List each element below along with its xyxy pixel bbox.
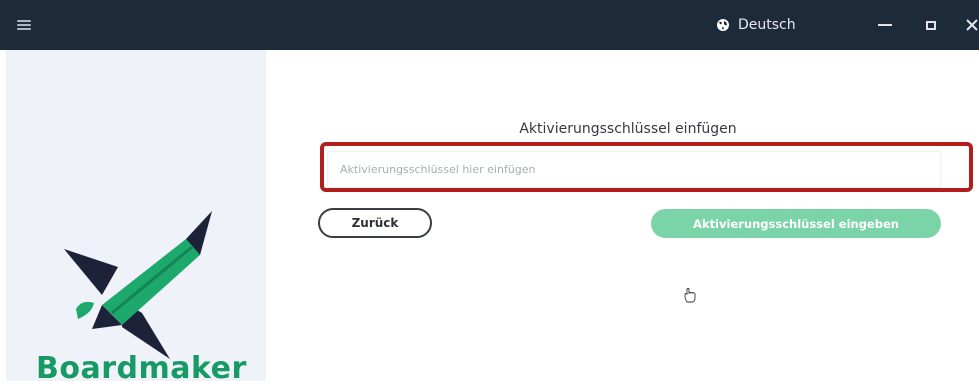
close-icon bbox=[966, 19, 978, 31]
back-button[interactable]: Zurück bbox=[318, 208, 432, 238]
minimize-button[interactable] bbox=[871, 12, 899, 38]
globe-icon bbox=[717, 19, 729, 31]
maximize-button[interactable] bbox=[917, 12, 945, 38]
app-window: Deutsch Boardmaker Aktivierungsschlüssel… bbox=[0, 0, 979, 381]
activation-key-field bbox=[328, 152, 940, 187]
maximize-icon bbox=[926, 20, 936, 30]
hamburger-icon[interactable] bbox=[17, 20, 31, 30]
close-button[interactable] bbox=[958, 12, 979, 38]
sidebar: Boardmaker bbox=[6, 50, 266, 381]
brand-name: Boardmaker bbox=[36, 351, 247, 381]
activation-key-input[interactable] bbox=[328, 152, 940, 187]
title-bar: Deutsch bbox=[0, 0, 979, 50]
hand-cursor-icon bbox=[684, 288, 696, 303]
submit-activation-button[interactable]: Aktivierungsschlüssel eingeben bbox=[651, 209, 941, 238]
minimize-icon bbox=[878, 24, 892, 26]
page-title: Aktivierungsschlüssel einfügen bbox=[519, 121, 737, 137]
language-selector[interactable]: Deutsch bbox=[716, 14, 796, 36]
language-label: Deutsch bbox=[738, 17, 796, 33]
pencil-rocket-logo bbox=[64, 211, 212, 359]
